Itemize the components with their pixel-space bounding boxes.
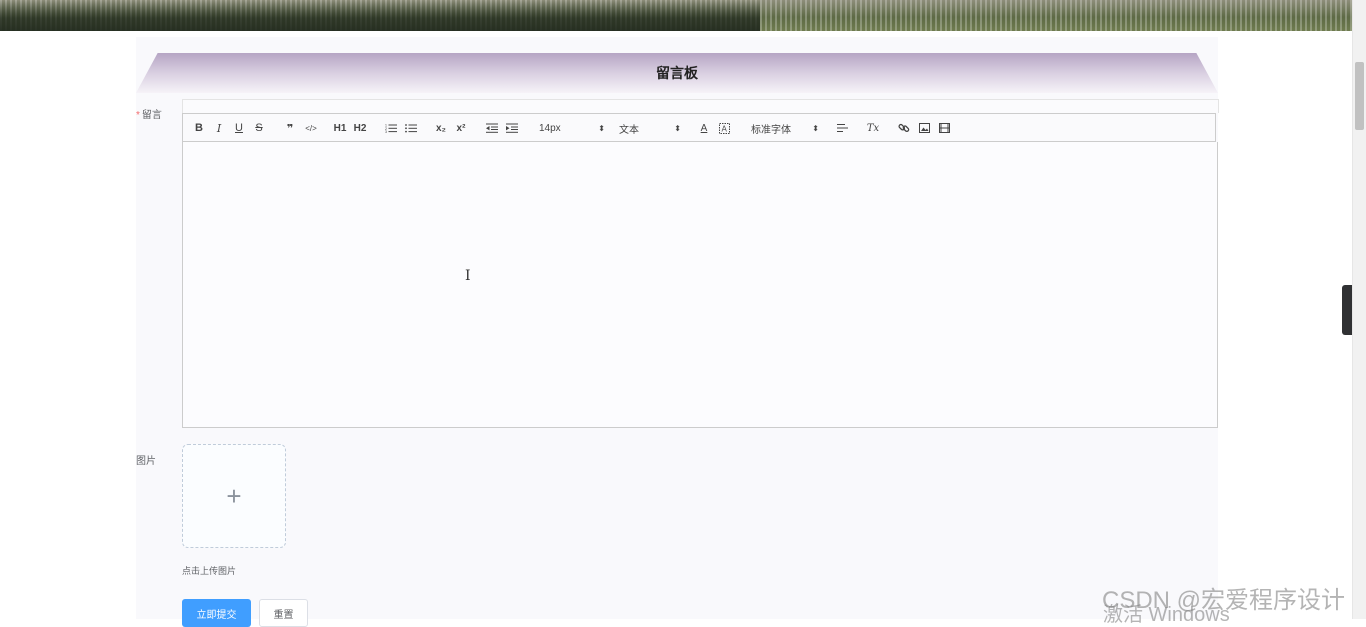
reset-button[interactable]: 重置 [259, 599, 308, 627]
page-scrollbar[interactable] [1352, 0, 1366, 619]
font-color-icon[interactable]: A [697, 114, 711, 142]
code-block-button[interactable]: </> [303, 114, 319, 142]
bullet-list-icon[interactable] [404, 114, 418, 142]
outdent-icon[interactable] [485, 114, 499, 142]
header-banner-image [0, 0, 1353, 31]
panel-title-bar: 留言板 [136, 53, 1218, 93]
strike-button[interactable]: S [253, 114, 265, 142]
ordered-list-icon[interactable]: 1 2 3 [384, 114, 398, 142]
indent-glyph [506, 123, 518, 133]
underline-button[interactable]: U [233, 114, 245, 142]
size-picker[interactable]: 14px ⬍ [539, 114, 605, 142]
size-picker-arrow-icon: ⬍ [598, 123, 605, 133]
plus-icon: + [226, 480, 242, 511]
image-icon[interactable] [917, 114, 931, 142]
upload-hint: 点击上传图片 [182, 566, 237, 576]
bold-button[interactable]: B [193, 114, 205, 142]
outdent-glyph [486, 123, 498, 133]
svg-text:3: 3 [385, 130, 387, 133]
superscript-button[interactable]: x² [453, 114, 469, 142]
editor-content-area[interactable] [182, 142, 1218, 428]
required-mark: * [136, 110, 140, 121]
link-glyph [898, 123, 910, 133]
text-cursor-icon: I [465, 268, 471, 284]
header-picker[interactable]: 文本 ⬍ [619, 114, 681, 142]
video-icon[interactable] [937, 114, 951, 142]
h2-button[interactable]: H2 [352, 114, 368, 142]
submit-button[interactable]: 立即提交 [182, 599, 251, 627]
editor-toolbar: B I U S ❞ </> H1 H2 1 2 3 x₂ x² 14px ⬍ 文… [182, 113, 1216, 142]
header-picker-value: 文本 [619, 124, 639, 136]
svg-text:A: A [721, 124, 727, 133]
align-icon[interactable] [835, 114, 849, 142]
font-picker-value: 标准字体 [751, 124, 791, 136]
message-label: * 留言 [136, 106, 162, 121]
subscript-button[interactable]: x₂ [433, 114, 449, 142]
align-glyph [836, 124, 848, 132]
font-picker-arrow-icon: ⬍ [812, 123, 819, 133]
message-label-text: 留言 [141, 110, 162, 121]
image-glyph [918, 123, 930, 133]
image-upload-box[interactable]: + [182, 444, 286, 548]
indent-icon[interactable] [505, 114, 519, 142]
size-picker-value: 14px [539, 122, 561, 134]
ordered-list-glyph: 1 2 3 [385, 124, 397, 133]
background-color-glyph: A [718, 122, 730, 134]
bullet-list-glyph [405, 124, 417, 133]
italic-button[interactable]: I [213, 114, 225, 142]
scrollbar-thumb[interactable] [1355, 62, 1364, 130]
font-picker[interactable]: 标准字体 ⬍ [751, 114, 819, 142]
link-icon[interactable] [897, 114, 911, 142]
panel-title: 留言板 [656, 65, 698, 81]
header-picker-arrow-icon: ⬍ [674, 123, 681, 133]
video-glyph [938, 123, 950, 133]
clean-format-icon[interactable]: Tx [865, 114, 881, 142]
csdn-watermark: CSDN @宏爱程序设计 [1102, 587, 1346, 614]
h1-button[interactable]: H1 [332, 114, 348, 142]
background-color-icon[interactable]: A [717, 114, 731, 142]
editor-top-border [182, 99, 1219, 113]
image-label: 图片 [136, 456, 156, 467]
blockquote-button[interactable]: ❞ [283, 114, 297, 142]
